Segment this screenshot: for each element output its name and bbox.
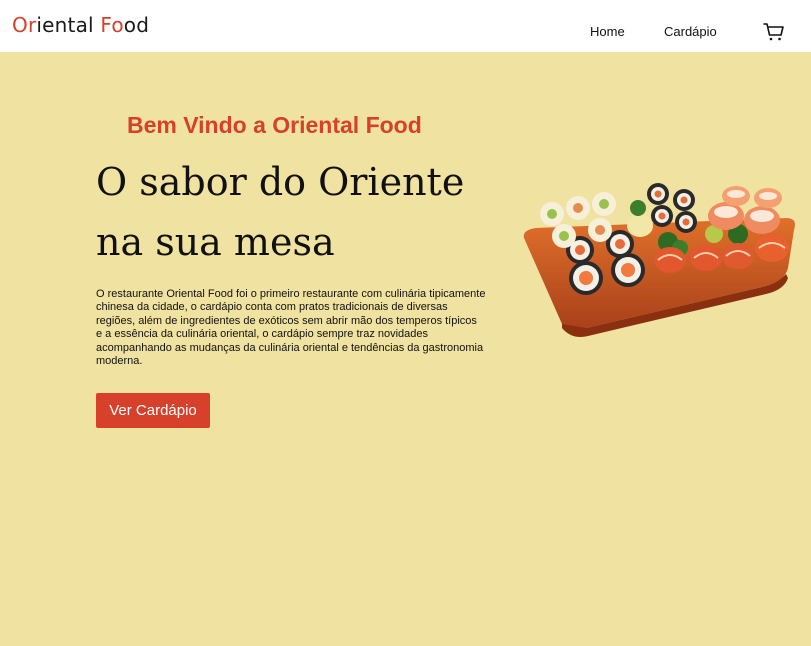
shopping-cart-icon[interactable] — [763, 22, 785, 42]
site-logo[interactable]: Oriental Food — [12, 13, 149, 37]
hero-description: O restaurante Oriental Food foi o primei… — [96, 288, 486, 368]
logo-part-od: od — [123, 13, 150, 37]
hero-headline: O sabor do Oriente na sua mesa — [96, 152, 516, 272]
nav-link-home[interactable]: Home — [590, 24, 625, 39]
logo-part-fo: Fo — [100, 13, 124, 37]
hero-headline-line-2: na sua mesa — [96, 220, 335, 264]
top-navigation-bar: Oriental Food Home Cardápio — [0, 0, 811, 52]
nav-link-cardapio[interactable]: Cardápio — [664, 24, 717, 39]
ver-cardapio-button[interactable]: Ver Cardápio — [96, 393, 210, 428]
hero-headline-line-1: O sabor do Oriente — [96, 160, 465, 204]
logo-part-or: Or — [12, 13, 37, 37]
logo-part-ental: ental — [42, 13, 101, 37]
sushi-platter-image — [523, 183, 795, 337]
welcome-heading: Bem Vindo a Oriental Food — [127, 112, 422, 138]
